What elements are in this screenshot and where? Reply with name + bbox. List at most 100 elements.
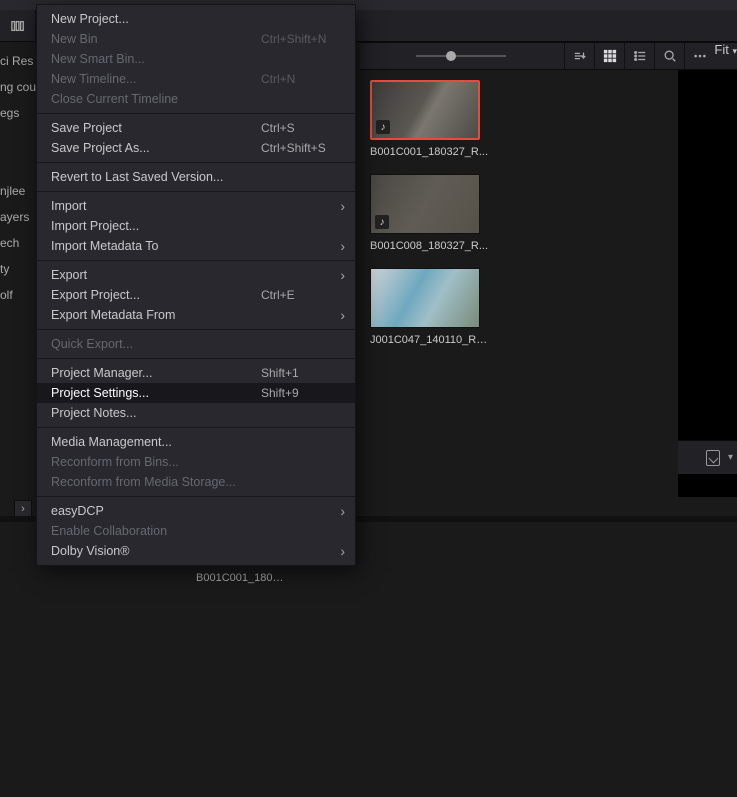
menu-separator xyxy=(37,113,355,114)
menu-item-dolby-vision[interactable]: Dolby Vision® xyxy=(37,541,355,561)
menu-workspace[interactable]: Workspace xyxy=(702,0,737,13)
menu-item-label: Project Manager... xyxy=(51,363,152,383)
menu-view[interactable]: View xyxy=(375,0,411,13)
menu-item-label: New Project... xyxy=(51,9,129,29)
sidebar-fragment: olf xyxy=(0,282,36,308)
sidebar-fragment xyxy=(0,126,36,152)
menu-item-label: easyDCP xyxy=(51,501,104,521)
search-button[interactable] xyxy=(654,42,684,70)
library-icon[interactable] xyxy=(0,10,36,41)
menu-item-label: Import xyxy=(51,196,86,216)
menu-item-label: Quick Export... xyxy=(51,334,133,354)
menu-item-shortcut: Ctrl+Shift+S xyxy=(261,138,341,158)
clip-item[interactable]: ♪ B001C001_180327_R... xyxy=(370,80,520,158)
menu-item-new-smart-bin: New Smart Bin... xyxy=(37,49,355,69)
menu-item-label: Media Management... xyxy=(51,432,172,452)
menu-item-shortcut: Ctrl+N xyxy=(261,69,341,89)
clip-label: J001C047_140110_R6... xyxy=(370,334,490,346)
menu-item-label: Enable Collaboration xyxy=(51,521,167,541)
sidebar-fragment: njlee xyxy=(0,178,36,204)
menu-color[interactable]: Color xyxy=(572,0,611,13)
view-list-button[interactable] xyxy=(624,42,654,70)
viewer-controls: ▾ xyxy=(678,440,737,474)
sidebar-fragment: ech xyxy=(0,230,36,256)
sidebar-fragment: ci Res xyxy=(0,48,36,74)
menu-item-label: New Timeline... xyxy=(51,69,136,89)
more-options-button[interactable] xyxy=(684,42,714,70)
menu-item-reconform-from-bins: Reconform from Bins... xyxy=(37,452,355,472)
mark-in-icon[interactable] xyxy=(706,450,720,466)
menu-item-import-project[interactable]: Import Project... xyxy=(37,216,355,236)
thumbnail-size-slider[interactable] xyxy=(416,55,506,57)
menu-item-label: Export Metadata From xyxy=(51,305,175,325)
file-menu-dropdown: New Project...New Bin Ctrl+Shift+N New Sma… xyxy=(36,4,356,566)
menu-item-label: Export xyxy=(51,265,87,285)
sidebar-peek: ci Resng couegsnjleeayersechtyolf xyxy=(0,48,36,308)
menu-item-quick-export: Quick Export... xyxy=(37,334,355,354)
menu-item-new-bin: New Bin Ctrl+Shift+N xyxy=(37,29,355,49)
menu-item-label: Close Current Timeline xyxy=(51,89,178,109)
menu-item-import[interactable]: Import xyxy=(37,196,355,216)
clip-thumbnail[interactable] xyxy=(370,268,480,328)
sidebar-fragment xyxy=(0,152,36,178)
clip-thumbnail[interactable]: ♪ xyxy=(370,80,480,140)
menu-fusion[interactable]: Fusion xyxy=(507,0,554,13)
menu-separator xyxy=(37,427,355,428)
clip-label: B001C001_180327_R... xyxy=(370,146,490,158)
zoom-fit-dropdown[interactable]: Fit ▾ xyxy=(714,42,737,70)
clip-item[interactable]: J001C047_140110_R6... xyxy=(370,268,520,346)
menu-item-import-metadata-to[interactable]: Import Metadata To xyxy=(37,236,355,256)
media-pool-grid: ♪ B001C001_180327_R... ♪B001C008_180327_R.… xyxy=(370,80,677,362)
menu-item-shortcut: Ctrl+Shift+N xyxy=(261,29,341,49)
sort-button[interactable] xyxy=(564,42,594,70)
menu-item-label: Save Project As... xyxy=(51,138,150,158)
menu-playback[interactable]: Playback xyxy=(429,0,490,13)
menu-item-label: New Smart Bin... xyxy=(51,49,145,69)
menu-item-easydcp[interactable]: easyDCP xyxy=(37,501,355,521)
media-grid-toolbar: Fit ▾ xyxy=(360,42,737,70)
clip-item[interactable]: ♪B001C008_180327_R... xyxy=(370,174,520,252)
menu-item-shortcut: Shift+1 xyxy=(261,363,341,383)
menu-separator xyxy=(37,191,355,192)
viewer-pane xyxy=(678,70,737,497)
bin-clip-label: B001C001_1803... xyxy=(196,572,286,584)
audio-icon: ♪ xyxy=(375,215,389,229)
menu-item-label: Reconform from Media Storage... xyxy=(51,472,236,492)
view-grid-button[interactable] xyxy=(594,42,624,70)
menu-item-project-settings[interactable]: Project Settings... Shift+9 xyxy=(37,383,355,403)
menu-item-export-metadata-from[interactable]: Export Metadata From xyxy=(37,305,355,325)
menu-item-label: Import Project... xyxy=(51,216,139,236)
viewer-options-chevron[interactable]: ▾ xyxy=(728,452,733,463)
menu-item-shortcut: Ctrl+S xyxy=(261,118,341,138)
menu-item-media-management[interactable]: Media Management... xyxy=(37,432,355,452)
menu-item-shortcut: Shift+9 xyxy=(261,383,341,403)
sidebar-fragment: ty xyxy=(0,256,36,282)
menu-item-label: Project Settings... xyxy=(51,383,149,403)
menu-separator xyxy=(37,329,355,330)
menu-item-label: Save Project xyxy=(51,118,122,138)
menu-item-label: New Bin xyxy=(51,29,98,49)
menu-item-reconform-from-media-storage: Reconform from Media Storage... xyxy=(37,472,355,492)
menu-separator xyxy=(37,358,355,359)
menu-item-label: Export Project... xyxy=(51,285,140,305)
menu-olve[interactable]: olve xyxy=(0,0,32,13)
clip-thumbnail[interactable]: ♪ xyxy=(370,174,480,234)
menu-item-new-project[interactable]: New Project... xyxy=(37,9,355,29)
menu-item-project-manager[interactable]: Project Manager... Shift+1 xyxy=(37,363,355,383)
sidebar-fragment: ayers xyxy=(0,204,36,230)
menu-item-save-project[interactable]: Save Project Ctrl+S xyxy=(37,118,355,138)
menu-item-shortcut: Ctrl+E xyxy=(261,285,341,305)
menu-item-export-project[interactable]: Export Project... Ctrl+E xyxy=(37,285,355,305)
menu-fairlight[interactable]: Fairlight xyxy=(630,0,684,13)
menu-separator xyxy=(37,260,355,261)
menu-item-label: Project Notes... xyxy=(51,403,136,423)
menu-item-label: Revert to Last Saved Version... xyxy=(51,167,223,187)
menu-item-enable-collaboration: Enable Collaboration xyxy=(37,521,355,541)
chevron-down-icon: ▾ xyxy=(732,46,737,56)
menu-item-export[interactable]: Export xyxy=(37,265,355,285)
menu-item-project-notes[interactable]: Project Notes... xyxy=(37,403,355,423)
menu-item-save-project-as[interactable]: Save Project As... Ctrl+Shift+S xyxy=(37,138,355,158)
menu-item-new-timeline: New Timeline... Ctrl+N xyxy=(37,69,355,89)
menu-item-revert-to-last-saved-version[interactable]: Revert to Last Saved Version... xyxy=(37,167,355,187)
menu-separator xyxy=(37,496,355,497)
